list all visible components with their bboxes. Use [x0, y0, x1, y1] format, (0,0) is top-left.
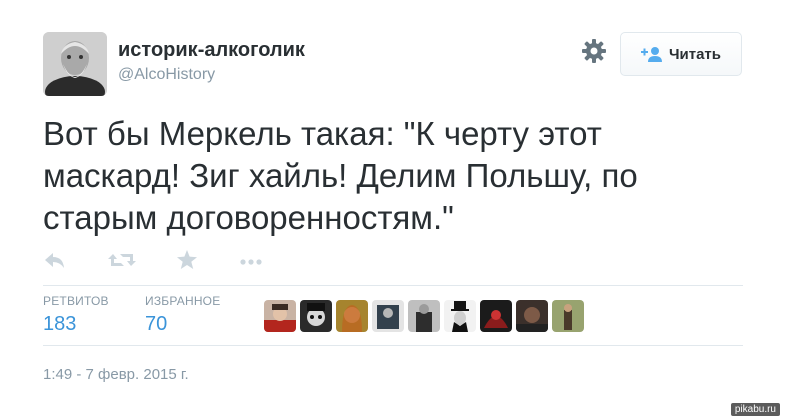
favoriter-avatar[interactable]: [408, 300, 440, 332]
favoriter-avatar[interactable]: [516, 300, 548, 332]
favorites-count[interactable]: 70: [145, 313, 167, 336]
favoriter-avatar[interactable]: [264, 300, 296, 332]
star-icon[interactable]: [176, 250, 198, 275]
avatar[interactable]: [43, 32, 107, 96]
favoriter-avatar[interactable]: [300, 300, 332, 332]
user-handle[interactable]: @AlcoHistory: [118, 66, 215, 84]
divider: [43, 285, 743, 286]
tweet-text: Вот бы Меркель такая: "К черту этот маск…: [43, 113, 743, 239]
watermark: pikabu.ru: [730, 403, 780, 416]
favorites-label: ИЗБРАННОЕ: [145, 294, 221, 308]
tweet-text-line: Вот бы Меркель такая: "К черту этот: [43, 115, 602, 152]
favoriter-avatar[interactable]: [372, 300, 404, 332]
display-name[interactable]: историк-алкоголик: [118, 39, 305, 62]
favoriter-avatar[interactable]: [480, 300, 512, 332]
retweet-icon[interactable]: [108, 250, 136, 275]
avatar-portrait-image: [43, 32, 107, 96]
favoriter-avatar[interactable]: [444, 300, 476, 332]
favoriter-avatar[interactable]: [552, 300, 584, 332]
reply-icon[interactable]: [44, 250, 66, 275]
divider: [43, 345, 743, 346]
tweet-text-line: старым договоренностям.": [43, 199, 454, 236]
retweets-label: РЕТВИТОВ: [43, 294, 109, 308]
favoriter-avatar[interactable]: [336, 300, 368, 332]
more-dots-icon[interactable]: [240, 250, 262, 275]
follow-user-icon: [640, 46, 663, 62]
tweet-text-line: маскард! Зиг хайль! Делим Польшу, по: [43, 157, 638, 194]
follow-button-label: Читать: [668, 45, 722, 63]
retweets-count[interactable]: 183: [43, 313, 76, 336]
follow-button[interactable]: Читать: [620, 32, 742, 76]
gear-icon[interactable]: [581, 38, 607, 64]
tweet-timestamp[interactable]: 1:49 - 7 февр. 2015 г.: [43, 366, 189, 383]
